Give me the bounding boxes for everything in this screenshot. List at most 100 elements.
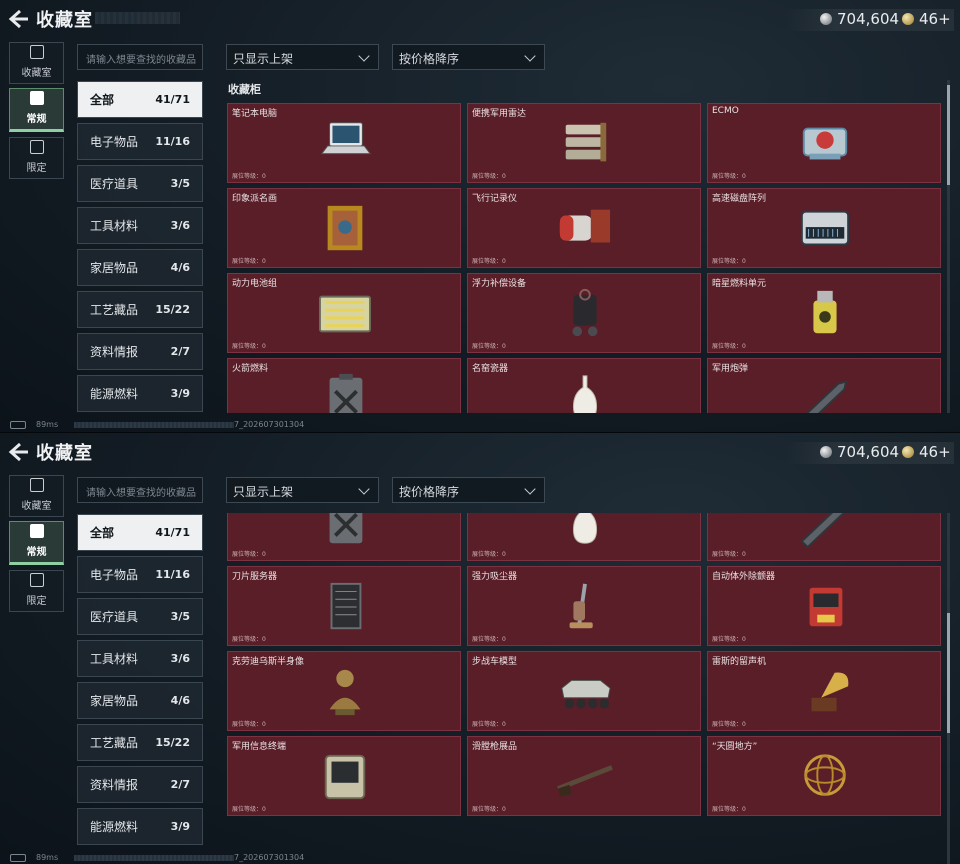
collection-card[interactable]: 名窑瓷器展位等级：0 — [467, 513, 701, 561]
category-5[interactable]: 工艺藏品 15/22 — [77, 724, 203, 761]
ticket-balance[interactable]: 46+ — [902, 8, 951, 30]
category-5[interactable]: 工艺藏品 15/22 — [77, 291, 203, 328]
collection-card[interactable]: 便携军用雷达 展位等级：0 — [467, 103, 701, 183]
search-input[interactable]: 请输入想要查找的收藏品 — [77, 44, 203, 70]
chevron-down-icon — [358, 50, 370, 62]
collection-card[interactable]: 克劳迪乌斯半身像 展位等级：0 — [227, 651, 461, 731]
collection-card[interactable]: 高速磁盘阵列 展位等级：0 — [707, 188, 941, 268]
collection-card[interactable]: 火箭燃料展位等级：0 — [227, 358, 461, 413]
side-tab-regular[interactable]: 常规 — [9, 88, 64, 132]
category-count: 3/5 — [170, 177, 190, 190]
category-7[interactable]: 能源燃料 3/9 — [77, 375, 203, 412]
booth-level: 展位等级：0 — [232, 721, 266, 728]
category-count: 15/22 — [155, 303, 190, 316]
booth-level: 展位等级：0 — [712, 258, 746, 265]
collection-card[interactable]: 暗星燃料单元 展位等级：0 — [707, 273, 941, 353]
side-tab-vault[interactable]: 收藏室 — [9, 475, 64, 517]
collection-card[interactable]: ECMO 展位等级：0 — [707, 103, 941, 183]
wifi-icon — [10, 854, 26, 862]
category-label: 全部 — [90, 93, 115, 107]
blurred-text — [95, 12, 180, 24]
defibrillator-icon — [809, 587, 843, 627]
category-count: 2/7 — [170, 778, 190, 791]
item-grid-viewport[interactable]: 笔记本电脑展位等级：0便携军用雷达展位等级：0ECMO展位等级：0印象派名画展位… — [227, 513, 941, 864]
category-4[interactable]: 家居物品 4/6 — [77, 249, 203, 286]
item-name: 火箭燃料 — [232, 364, 269, 374]
category-count: 3/9 — [170, 387, 190, 400]
collection-card[interactable]: 飞行记录仪 展位等级：0 — [467, 188, 701, 268]
collection-card[interactable]: 刀片服务器 展位等级：0 — [227, 566, 461, 646]
ticket-icon — [902, 446, 914, 458]
side-tab-regular[interactable]: 常规 — [9, 521, 64, 565]
collection-card[interactable]: 浮力补偿设备 展位等级：0 — [467, 273, 701, 353]
image-limited-icon — [29, 573, 44, 587]
side-tab-vault[interactable]: 收藏室 — [9, 42, 64, 84]
collection-card[interactable]: 笔记本电脑 展位等级：0 — [227, 103, 461, 183]
section-title: 收藏柜 — [228, 83, 261, 96]
collection-card[interactable]: 火箭燃料展位等级：0 — [227, 513, 461, 561]
category-3[interactable]: 工具材料 3/6 — [77, 640, 203, 677]
back-arrow-icon[interactable] — [8, 442, 30, 462]
collection-card[interactable]: 强力吸尘器 展位等级：0 — [467, 566, 701, 646]
availability-dropdown[interactable]: 只显示上架 — [226, 477, 379, 503]
category-7[interactable]: 能源燃料 3/9 — [77, 808, 203, 845]
ticket-balance[interactable]: 46+ — [902, 441, 951, 463]
back-arrow-icon[interactable] — [8, 9, 30, 29]
booth-level: 展位等级：0 — [232, 173, 266, 180]
item-grid-viewport[interactable]: 笔记本电脑展位等级：0便携军用雷达展位等级：0ECMO展位等级：0 印象派名画展位… — [227, 103, 941, 413]
booth-level: 展位等级：0 — [472, 806, 506, 813]
collection-card[interactable]: 军用信息终端 展位等级：0 — [227, 736, 461, 816]
collection-card[interactable]: 滑膛枪展品 展位等级：0 — [467, 736, 701, 816]
wifi-icon — [10, 421, 26, 429]
item-name: 克劳迪乌斯半身像 — [232, 657, 305, 667]
collection-card[interactable]: 名窑瓷器展位等级：0 — [467, 358, 701, 413]
item-name: 军用信息终端 — [232, 742, 287, 752]
scrollbar-thumb[interactable] — [947, 613, 950, 733]
collection-card[interactable]: 自动体外除颤器 展位等级：0 — [707, 566, 941, 646]
collection-card[interactable]: 动力电池组 展位等级：0 — [227, 273, 461, 353]
collection-screen-scrolled: 收藏室 704,604 46+ 收藏室 常规 限定 请输入想要查找的收藏品 只显… — [0, 432, 960, 864]
category-4[interactable]: 家居物品 4/6 — [77, 682, 203, 719]
category-2[interactable]: 医疗道具 3/5 — [77, 165, 203, 202]
category-count: 3/6 — [170, 219, 190, 232]
category-2[interactable]: 医疗道具 3/5 — [77, 598, 203, 635]
category-0[interactable]: 全部 41/71 — [77, 81, 203, 118]
category-label: 工具材料 — [90, 219, 139, 233]
scrollbar[interactable] — [947, 80, 950, 413]
category-label: 能源燃料 — [90, 820, 139, 834]
booth-level: 展位等级：0 — [712, 343, 746, 350]
category-0[interactable]: 全部 41/71 — [77, 514, 203, 551]
collection-card[interactable]: 步战车模型 展位等级：0 — [467, 651, 701, 731]
collection-card[interactable]: 印象派名画 展位等级：0 — [227, 188, 461, 268]
scrollbar-thumb[interactable] — [947, 85, 950, 185]
availability-dropdown[interactable]: 只显示上架 — [226, 44, 379, 70]
booth-level: 展位等级：0 — [472, 343, 506, 350]
category-count: 11/16 — [155, 568, 190, 581]
collection-card[interactable]: 雷斯的留声机 展位等级：0 — [707, 651, 941, 731]
category-1[interactable]: 电子物品 11/16 — [77, 123, 203, 160]
category-label: 工具材料 — [90, 652, 139, 666]
search-input[interactable]: 请输入想要查找的收藏品 — [77, 477, 203, 503]
sort-dropdown[interactable]: 按价格降序 — [392, 477, 545, 503]
sort-dropdown[interactable]: 按价格降序 — [392, 44, 545, 70]
item-name: “天圆地方” — [712, 742, 758, 752]
category-3[interactable]: 工具材料 3/6 — [77, 207, 203, 244]
side-tab-limited[interactable]: 限定 — [9, 137, 64, 179]
coin-icon — [820, 13, 832, 25]
vault-icon — [29, 478, 44, 492]
armillary-icon — [804, 754, 846, 796]
category-label: 全部 — [90, 526, 115, 540]
radar-icon — [565, 122, 607, 162]
category-6[interactable]: 资料情报 2/7 — [77, 766, 203, 803]
collection-card[interactable]: “天圆地方” 展位等级：0 — [707, 736, 941, 816]
page-title: 收藏室 — [36, 10, 93, 31]
scrollbar[interactable] — [947, 513, 950, 864]
category-label: 医疗道具 — [90, 610, 139, 624]
item-name: 雷斯的留声机 — [712, 657, 767, 667]
collection-card[interactable]: 军用炮弹展位等级：0 — [707, 513, 941, 561]
category-6[interactable]: 资料情报 2/7 — [77, 333, 203, 370]
chevron-down-icon — [524, 50, 536, 62]
category-1[interactable]: 电子物品 11/16 — [77, 556, 203, 593]
side-tab-limited[interactable]: 限定 — [9, 570, 64, 612]
collection-card[interactable]: 军用炮弹展位等级：0 — [707, 358, 941, 413]
